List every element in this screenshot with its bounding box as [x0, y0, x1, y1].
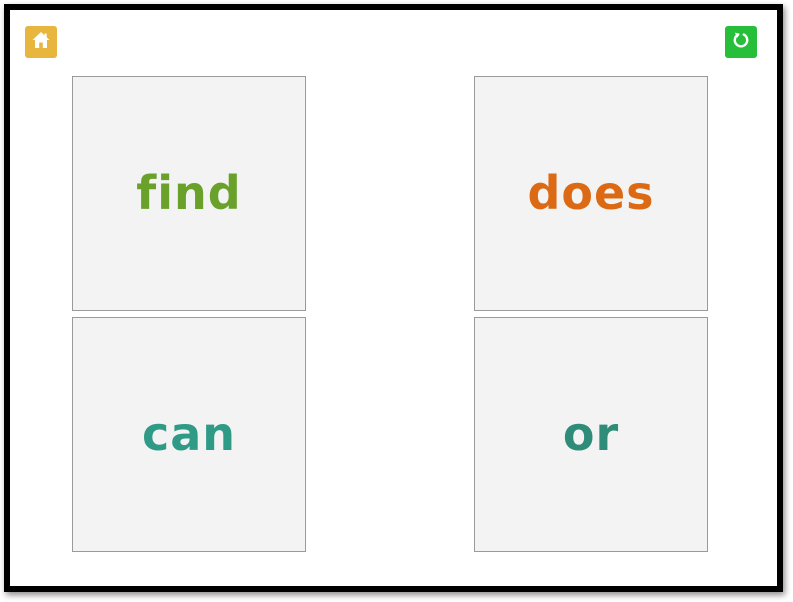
card-word: does	[527, 165, 655, 220]
refresh-icon	[731, 30, 751, 54]
word-card-does[interactable]: does	[474, 76, 708, 311]
word-card-can[interactable]: can	[72, 317, 306, 552]
home-button[interactable]	[25, 26, 57, 58]
game-board: find does can or	[4, 4, 783, 592]
card-word: can	[141, 406, 237, 461]
card-word: find	[136, 165, 242, 220]
home-icon	[31, 30, 51, 54]
word-card-find[interactable]: find	[72, 76, 306, 311]
word-card-or[interactable]: or	[474, 317, 708, 552]
card-word: or	[562, 406, 620, 461]
reset-button[interactable]	[725, 26, 757, 58]
